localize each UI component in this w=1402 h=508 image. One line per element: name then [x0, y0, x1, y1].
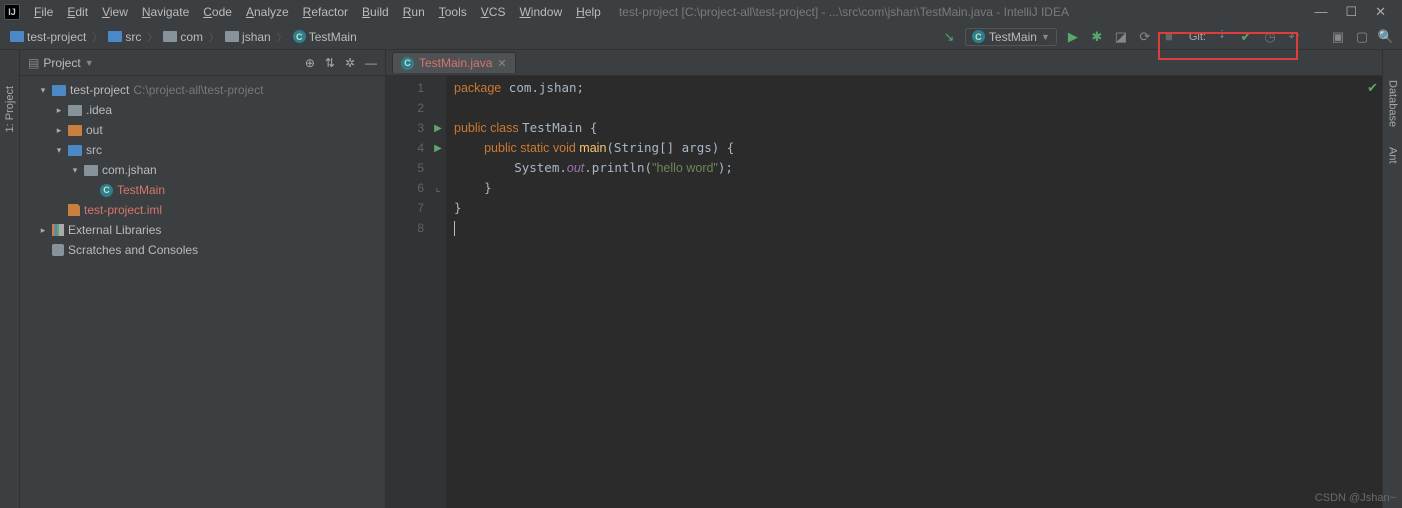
watermark: CSDN @Jshan~ [1315, 492, 1396, 504]
editor-body: 12345678 ▶▶⌞ package com.jshan; public c… [386, 76, 1382, 508]
breadcrumb-item[interactable]: CTestMain [291, 30, 359, 44]
maximize-icon[interactable]: ☐ [1345, 4, 1357, 20]
project-tool-tab[interactable]: 1: Project [4, 80, 16, 138]
close-icon[interactable]: ✕ [1375, 4, 1386, 20]
tree-item[interactable]: ▾com.jshan [20, 160, 385, 180]
class-icon: C [401, 57, 414, 70]
run-icon[interactable]: ▶ [1065, 29, 1081, 45]
tree-item[interactable]: Scratches and Consoles [20, 240, 385, 260]
run-config-label: TestMain [989, 30, 1037, 44]
close-tab-icon[interactable]: ✕ [497, 57, 506, 70]
menu-edit[interactable]: Edit [61, 3, 94, 21]
tree-item[interactable]: ▾test-project C:\project-all\test-projec… [20, 80, 385, 100]
database-tool-tab[interactable]: Database [1387, 80, 1399, 127]
project-structure-icon[interactable]: ▣ [1330, 29, 1346, 45]
debug-icon[interactable]: ✱ [1089, 29, 1105, 45]
navigation-bar: test-project〉src〉com〉jshan〉CTestMain ↘ C… [0, 24, 1402, 50]
tree-item[interactable]: ▸.idea [20, 100, 385, 120]
dropdown-icon[interactable]: ▼ [85, 58, 94, 68]
git-history-icon[interactable]: ◷ [1262, 29, 1278, 45]
search-icon[interactable]: 🔍 [1378, 29, 1394, 45]
right-tool-stripe: Database Ant [1382, 50, 1402, 508]
editor-area: C TestMain.java ✕ 12345678 ▶▶⌞ package c… [386, 50, 1382, 508]
project-tree[interactable]: ▾test-project C:\project-all\test-projec… [20, 76, 385, 264]
menu-tools[interactable]: Tools [433, 3, 473, 21]
select-opened-icon[interactable]: ⊕ [305, 56, 315, 70]
run-configuration[interactable]: C TestMain ▼ [965, 28, 1057, 46]
menu-run[interactable]: Run [397, 3, 431, 21]
main-area: 1: Project ▤ Project ▼ ⊕ ⇅ ✲ — ▾test-pro… [0, 50, 1402, 508]
settings-icon[interactable]: ✲ [345, 56, 355, 70]
line-gutter[interactable]: 12345678 [386, 76, 430, 508]
project-panel-title: Project [43, 56, 80, 70]
menu-refactor[interactable]: Refactor [297, 3, 354, 21]
menu-view[interactable]: View [96, 3, 134, 21]
tree-item[interactable]: ▸out [20, 120, 385, 140]
menu-vcs[interactable]: VCS [475, 3, 512, 21]
tree-item[interactable]: ▸External Libraries [20, 220, 385, 240]
git-label: Git: [1189, 31, 1206, 43]
menu-window[interactable]: Window [513, 3, 568, 21]
tree-item[interactable]: test-project.iml [20, 200, 385, 220]
code-editor[interactable]: package com.jshan; public class TestMain… [446, 76, 1382, 508]
hide-icon[interactable]: — [365, 56, 377, 70]
left-tool-stripe: 1: Project [0, 50, 20, 508]
tab-label: TestMain.java [419, 56, 492, 70]
menu-bar: FileEditViewNavigateCodeAnalyzeRefactorB… [28, 3, 607, 21]
gutter-marks[interactable]: ▶▶⌞ [430, 76, 446, 508]
menu-help[interactable]: Help [570, 3, 607, 21]
editor-tab[interactable]: C TestMain.java ✕ [392, 52, 516, 73]
menu-code[interactable]: Code [197, 3, 238, 21]
expand-all-icon[interactable]: ⇅ [325, 56, 335, 70]
breadcrumb-item[interactable]: src [106, 30, 143, 44]
git-update-icon[interactable]: ⭭ [1214, 29, 1230, 45]
profile-icon[interactable]: ⟳ [1137, 29, 1153, 45]
minimize-icon[interactable]: — [1314, 4, 1327, 20]
ant-tool-tab[interactable]: Ant [1387, 147, 1399, 164]
project-icon: ▤ [28, 56, 39, 70]
class-icon: C [972, 30, 985, 43]
project-panel: ▤ Project ▼ ⊕ ⇅ ✲ — ▾test-project C:\pro… [20, 50, 386, 508]
tree-item[interactable]: CTestMain [20, 180, 385, 200]
toolbar: ↘ C TestMain ▼ ▶ ✱ ◪ ⟳ ■ Git: ⭭ ✔ ◷ ↶ ▣ … [941, 28, 1394, 46]
menu-navigate[interactable]: Navigate [136, 3, 195, 21]
breadcrumb-item[interactable]: test-project [8, 30, 88, 44]
menu-build[interactable]: Build [356, 3, 395, 21]
window-title: test-project [C:\project-all\test-projec… [619, 5, 1315, 19]
title-bar: IJ FileEditViewNavigateCodeAnalyzeRefact… [0, 0, 1402, 24]
editor-tabs: C TestMain.java ✕ [386, 50, 1382, 76]
menu-analyze[interactable]: Analyze [240, 3, 295, 21]
window-controls: — ☐ ✕ [1314, 4, 1398, 20]
build-icon[interactable]: ↘ [941, 29, 957, 45]
menu-file[interactable]: File [28, 3, 59, 21]
breadcrumb[interactable]: test-project〉src〉com〉jshan〉CTestMain [8, 29, 941, 44]
tree-item[interactable]: ▾src [20, 140, 385, 160]
ide-settings-icon[interactable]: ▢ [1354, 29, 1370, 45]
breadcrumb-item[interactable]: com [161, 30, 205, 44]
coverage-icon[interactable]: ◪ [1113, 29, 1129, 45]
git-rollback-icon[interactable]: ↶ [1286, 29, 1302, 45]
dropdown-icon: ▼ [1041, 32, 1050, 42]
inspection-ok-icon[interactable]: ✔ [1367, 80, 1378, 96]
stop-icon[interactable]: ■ [1161, 29, 1177, 45]
project-panel-header: ▤ Project ▼ ⊕ ⇅ ✲ — [20, 50, 385, 76]
app-logo: IJ [4, 4, 20, 20]
git-commit-icon[interactable]: ✔ [1238, 29, 1254, 45]
breadcrumb-item[interactable]: jshan [223, 30, 273, 44]
